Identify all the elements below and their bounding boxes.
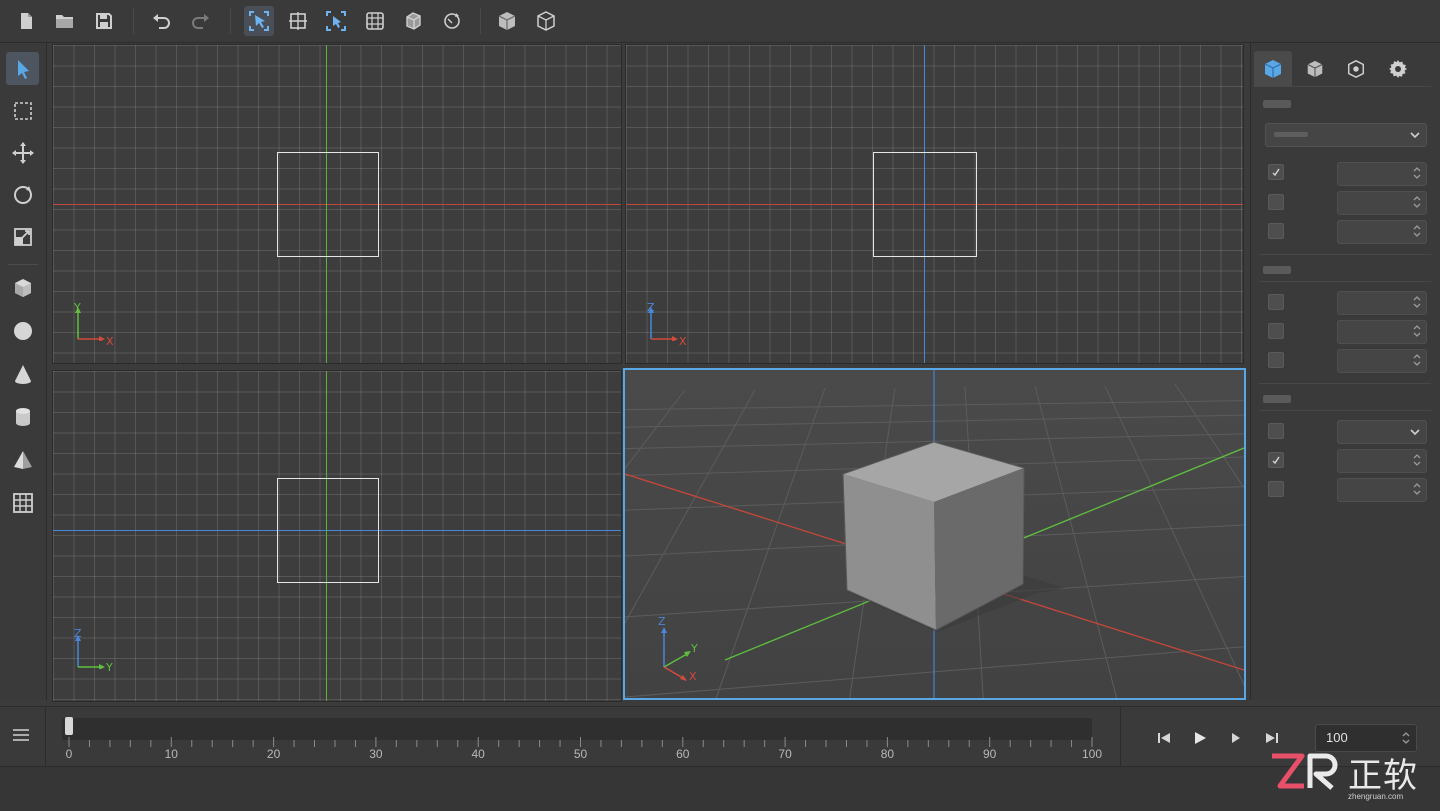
cone-icon[interactable] (6, 357, 39, 390)
pyramid-icon[interactable] (6, 443, 39, 476)
axis-label-x: X (106, 335, 114, 348)
object-properties-icon[interactable] (1254, 51, 1292, 87)
playhead[interactable] (65, 717, 73, 735)
shaded-icon[interactable] (398, 6, 428, 36)
viewport-front[interactable]: Z X (625, 44, 1244, 364)
select-mode-icon[interactable] (244, 6, 274, 36)
material-icon[interactable] (1337, 51, 1375, 87)
checkbox[interactable] (1268, 194, 1284, 210)
step-forward-icon[interactable] (1223, 725, 1249, 751)
tick-label: 20 (266, 747, 281, 761)
checkbox[interactable] (1268, 423, 1284, 439)
number-field[interactable] (1337, 320, 1427, 344)
checkbox[interactable] (1268, 323, 1284, 339)
end-frame-value: 100 (1326, 730, 1348, 745)
cube-outline-icon[interactable] (531, 6, 561, 36)
cylinder-icon[interactable] (6, 400, 39, 433)
orbit-icon[interactable] (437, 6, 467, 36)
axis-label-z: Z (647, 301, 655, 314)
open-folder-icon[interactable] (50, 6, 80, 36)
rotate-icon[interactable] (6, 178, 39, 211)
tick-label: 100 (1081, 747, 1103, 761)
perspective-scene (625, 370, 1244, 698)
viewport-top[interactable]: Y X (52, 44, 622, 364)
section-header (1263, 395, 1291, 403)
tick-label: 30 (369, 747, 383, 761)
redo-icon[interactable] (186, 6, 216, 36)
main-toolbar (0, 0, 1440, 43)
axis-label-y: Y (74, 301, 81, 314)
axis-label-y: Y (106, 661, 113, 674)
cube-solid-icon[interactable] (492, 6, 522, 36)
axis-label-y: Y (691, 642, 698, 655)
number-field[interactable] (1337, 349, 1427, 373)
cube-outline-side[interactable] (277, 478, 379, 583)
tick-label: 50 (573, 747, 588, 761)
tick-label: 0 (65, 747, 73, 761)
new-file-icon[interactable] (11, 6, 41, 36)
cube-outline-top[interactable] (277, 152, 379, 257)
checkbox[interactable] (1268, 164, 1284, 180)
skip-to-start-icon[interactable] (1151, 725, 1177, 751)
tick-label: 40 (471, 747, 485, 761)
tools-panel (0, 43, 47, 700)
number-field[interactable] (1337, 449, 1427, 473)
move-icon[interactable] (6, 136, 39, 169)
cube-outline-front[interactable] (873, 152, 977, 257)
save-icon[interactable] (89, 6, 119, 36)
marquee-select-icon[interactable] (6, 94, 39, 127)
mesh-icon[interactable] (1296, 51, 1334, 87)
number-field[interactable] (1337, 478, 1427, 502)
tick-label: 80 (880, 747, 895, 761)
object-type-dropdown[interactable] (1265, 123, 1427, 147)
watermark-logo (1272, 753, 1338, 790)
cube-icon[interactable] (6, 271, 39, 304)
section-header (1263, 100, 1291, 108)
wireframe-icon[interactable] (360, 6, 390, 36)
play-icon[interactable] (1187, 725, 1213, 751)
viewport-side[interactable]: Z Y (52, 370, 622, 702)
focus-icon[interactable] (321, 6, 351, 36)
watermark: 正软 zhengruan.com (1268, 746, 1438, 806)
sphere-icon[interactable] (6, 314, 39, 347)
tick-label: 10 (164, 747, 178, 761)
frame-selection-icon[interactable] (283, 6, 313, 36)
number-field[interactable] (1337, 220, 1427, 244)
number-field[interactable] (1337, 162, 1427, 186)
tick-label: 90 (983, 747, 997, 761)
select-cursor-icon[interactable] (6, 52, 39, 85)
section-header (1263, 266, 1291, 274)
undo-icon[interactable] (146, 6, 176, 36)
watermark-url: zhengruan.com (1348, 792, 1404, 801)
checkbox[interactable] (1268, 223, 1284, 239)
properties-panel (1250, 43, 1440, 700)
select-field[interactable] (1337, 420, 1427, 444)
scale-icon[interactable] (6, 220, 39, 253)
number-field[interactable] (1337, 191, 1427, 215)
status-bar (0, 766, 1440, 811)
checkbox[interactable] (1268, 352, 1284, 368)
timeline-panel: 0 10 20 30 40 50 60 70 80 90 100 100 (0, 706, 1440, 767)
tick-label: 60 (676, 747, 690, 761)
checkbox[interactable] (1268, 294, 1284, 310)
watermark-text: 正软 (1348, 756, 1418, 796)
axis-label-x: X (689, 670, 697, 683)
number-field[interactable] (1337, 291, 1427, 315)
checkbox[interactable] (1268, 452, 1284, 468)
viewport-perspective[interactable]: Z Y X (623, 368, 1246, 700)
checkbox[interactable] (1268, 481, 1284, 497)
axis-label-x: X (679, 335, 687, 348)
grid-plane-icon[interactable] (6, 486, 39, 519)
settings-icon[interactable] (1379, 51, 1417, 87)
tick-label: 70 (778, 747, 792, 761)
axis-label-z: Z (74, 627, 82, 640)
axis-label-z: Z (658, 615, 666, 628)
